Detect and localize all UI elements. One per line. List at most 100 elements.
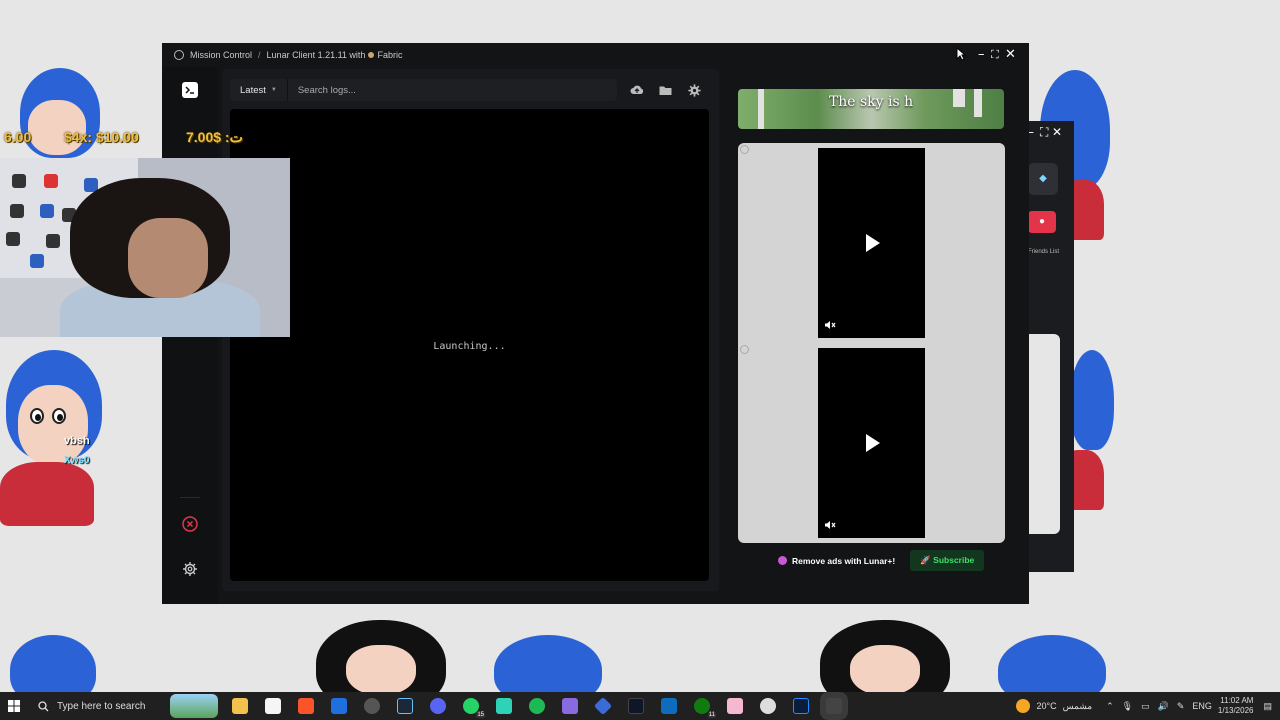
ad-info-icon[interactable] bbox=[740, 345, 749, 354]
ad-info-icon[interactable] bbox=[740, 145, 749, 154]
xbox-icon[interactable]: 11 bbox=[694, 698, 716, 718]
background-doodle bbox=[0, 60, 120, 170]
webcam-feed bbox=[0, 158, 290, 337]
muted-speaker-icon[interactable] bbox=[824, 320, 836, 330]
logs-panel: Latest ▼ Launching... bbox=[222, 69, 719, 591]
steam-icon[interactable] bbox=[397, 698, 413, 714]
taskbar-search[interactable]: Type here to search bbox=[28, 692, 168, 720]
minimize-button[interactable]: – bbox=[978, 47, 985, 62]
fabric-icon bbox=[368, 52, 375, 58]
sidebar-divider bbox=[180, 497, 200, 498]
donation-amount: $4x: $10.00 bbox=[64, 129, 139, 145]
landscape-icon[interactable] bbox=[170, 694, 218, 718]
subscribe-button[interactable]: 🚀 Subscribe bbox=[910, 550, 985, 571]
friends-list-label[interactable]: Friends List bbox=[1028, 249, 1059, 255]
network-icon[interactable]: ▭ bbox=[1141, 701, 1150, 712]
discord-icon[interactable] bbox=[430, 698, 446, 714]
chevron-down-icon: ▼ bbox=[270, 87, 277, 93]
mission-control-window: Mission Control / Lunar Client 1.21.11 w… bbox=[162, 43, 1029, 604]
video-ad[interactable] bbox=[818, 148, 925, 338]
mission-control-icon bbox=[174, 50, 184, 60]
subscribe-label: Subscribe bbox=[933, 555, 975, 565]
app-icon[interactable] bbox=[661, 698, 677, 714]
muted-speaker-icon[interactable] bbox=[824, 520, 836, 530]
cursor-icon bbox=[956, 47, 966, 61]
app-icon[interactable] bbox=[628, 698, 644, 714]
title-bar: Mission Control / Lunar Client 1.21.11 w… bbox=[162, 43, 1029, 67]
donation-amount: 6.00 bbox=[4, 129, 32, 145]
system-tray: 20°C مشمس ⌃ 🎙 ▭ 🔊 ✎ ENG 11:02 AM 1/13/20… bbox=[1016, 692, 1280, 720]
notification-icon[interactable]: ▤ bbox=[1263, 701, 1272, 712]
play-icon[interactable] bbox=[866, 234, 880, 252]
app-icon[interactable] bbox=[593, 696, 613, 716]
xbox-badge: 11 bbox=[707, 712, 716, 718]
clock-date: 1/13/2026 bbox=[1217, 706, 1254, 715]
dropdown-label: Latest bbox=[240, 84, 266, 96]
lunar-client-icon[interactable] bbox=[826, 698, 842, 714]
terminal-icon[interactable] bbox=[182, 82, 198, 98]
chat-username: vbsh bbox=[64, 435, 90, 447]
search-logs-input[interactable] bbox=[286, 79, 617, 101]
close-icon[interactable]: ✕ bbox=[1052, 125, 1062, 139]
ad-banner-title: The sky is h bbox=[828, 94, 914, 110]
video-ad[interactable] bbox=[818, 348, 925, 538]
title-app: Mission Control bbox=[190, 50, 253, 60]
calculator-icon[interactable] bbox=[265, 698, 281, 714]
spotify-icon[interactable] bbox=[529, 698, 545, 714]
maximize-button[interactable]: ⛶ bbox=[991, 48, 999, 62]
background-doodle bbox=[0, 350, 120, 530]
microphone-icon[interactable]: 🎙 bbox=[1122, 701, 1133, 712]
remove-ads-text[interactable]: Remove ads with Lunar+! bbox=[792, 556, 895, 566]
stop-icon[interactable] bbox=[182, 516, 198, 532]
start-button[interactable] bbox=[0, 700, 28, 712]
fresco-icon[interactable] bbox=[793, 698, 809, 714]
weather-desc[interactable]: مشمس bbox=[1063, 701, 1093, 712]
background-doodle-bottom bbox=[0, 620, 1280, 710]
app-icon[interactable] bbox=[364, 698, 380, 714]
chevron-up-icon[interactable]: ⌃ bbox=[1106, 701, 1114, 712]
secondary-lunar-window: – ⛶ ✕ ◆ ● Friends List bbox=[1024, 121, 1074, 572]
close-button[interactable]: ✕ bbox=[1005, 47, 1016, 62]
lunar-plus-promo: Remove ads with Lunar+! 🚀 Subscribe bbox=[778, 550, 985, 571]
upload-cloud-icon[interactable] bbox=[628, 81, 646, 99]
windows-taskbar: Type here to search 15 11 20°C مشمس ⌃ 🎙 … bbox=[0, 692, 1280, 720]
pen-icon[interactable]: ✎ bbox=[1177, 701, 1185, 712]
gamepad-icon[interactable] bbox=[562, 698, 578, 714]
app-icon[interactable] bbox=[496, 698, 512, 714]
launching-status: Launching... bbox=[433, 341, 506, 352]
weather-icon[interactable] bbox=[1016, 699, 1031, 713]
whatsapp-badge: 15 bbox=[476, 712, 485, 718]
log-console: Launching... bbox=[230, 109, 709, 581]
log-version-dropdown[interactable]: Latest ▼ bbox=[230, 79, 287, 101]
weather-temp[interactable]: 20°C bbox=[1036, 701, 1056, 711]
log-settings-gear-icon[interactable] bbox=[685, 81, 703, 99]
app-tile[interactable]: ◆ bbox=[1028, 163, 1058, 195]
volume-icon[interactable]: 🔊 bbox=[1158, 701, 1169, 712]
app-icon[interactable] bbox=[760, 698, 776, 714]
mail-icon[interactable] bbox=[331, 698, 347, 714]
whatsapp-icon[interactable]: 15 bbox=[463, 698, 485, 718]
chat-message: Xws0 bbox=[64, 455, 90, 466]
title-loader: Fabric bbox=[377, 50, 403, 60]
search-icon bbox=[38, 700, 49, 711]
folder-icon[interactable] bbox=[657, 81, 675, 99]
ad-banner[interactable]: The sky is h bbox=[738, 89, 1004, 129]
record-button[interactable]: ● bbox=[1028, 211, 1056, 233]
settings-gear-icon[interactable] bbox=[182, 561, 198, 577]
video-ad-area bbox=[738, 143, 1005, 543]
side-panel bbox=[1028, 334, 1060, 534]
maximize-icon[interactable]: ⛶ bbox=[1040, 125, 1048, 140]
clock[interactable]: 11:02 AM 1/13/2026 bbox=[1218, 696, 1254, 716]
play-icon[interactable] bbox=[866, 434, 880, 452]
title-client: Lunar Client 1.21.11 with bbox=[266, 50, 366, 60]
taskbar-search-placeholder: Type here to search bbox=[57, 700, 146, 712]
language-indicator[interactable]: ENG bbox=[1192, 701, 1212, 711]
clock-time: 11:02 AM bbox=[1220, 696, 1254, 705]
file-explorer-icon[interactable] bbox=[232, 698, 248, 714]
donation-amount: 7.00$ :ت bbox=[186, 129, 243, 145]
app-icon[interactable] bbox=[727, 698, 743, 714]
logs-toolbar: Latest ▼ bbox=[230, 79, 703, 101]
title-separator: / bbox=[258, 50, 261, 60]
brave-icon[interactable] bbox=[298, 698, 314, 714]
lunar-plus-icon bbox=[778, 556, 787, 565]
